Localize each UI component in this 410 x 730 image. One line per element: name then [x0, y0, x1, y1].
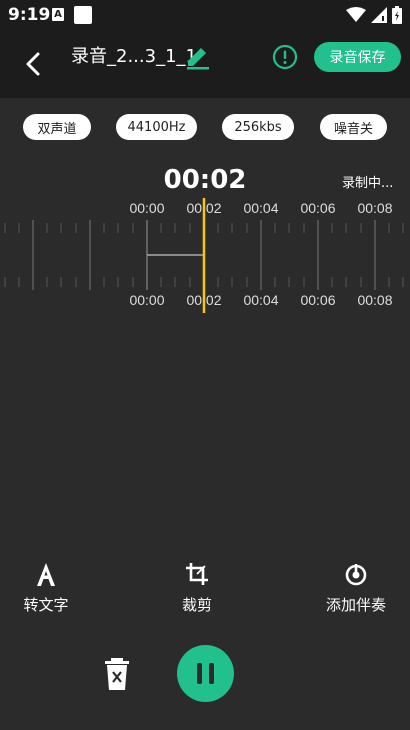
sample-rate-chip[interactable]: 44100Hz [116, 114, 197, 140]
elapsed-time: 00:02 [163, 165, 247, 195]
top-tick-label: 00:04 [243, 200, 278, 216]
text-a-icon [37, 563, 55, 586]
bottom-tick-label: 00:04 [243, 292, 278, 308]
status-time: 9:19 [8, 5, 51, 25]
channel-chip[interactable]: 双声道 [23, 114, 91, 140]
notification-square-icon [74, 6, 92, 24]
waveform-timeline[interactable]: 00:00 00:02 00:04 00:06 00:08 [0, 195, 410, 315]
title-bar: 录音_2...3_1_1 录音保存 [0, 30, 410, 98]
bottom-tick-label: 00:08 [357, 292, 392, 308]
crop-tool[interactable]: 裁剪 [157, 560, 237, 615]
bottom-tick-label: 00:00 [129, 292, 164, 308]
status-bar: 9:19 A [0, 0, 410, 30]
save-recording-button[interactable]: 录音保存 [314, 42, 401, 72]
settings-chips: 双声道 44100Hz 256kbs 噪音关 [0, 114, 410, 140]
transcribe-label: 转文字 [23, 596, 69, 614]
battery-icon [392, 6, 402, 24]
crop-label: 裁剪 [181, 596, 212, 614]
noise-chip[interactable]: 噪音关 [320, 114, 387, 140]
pause-icon [197, 663, 214, 684]
pause-button[interactable] [177, 645, 234, 702]
wifi-icon [346, 7, 366, 22]
delete-trash-icon[interactable] [102, 656, 132, 692]
crop-icon [186, 563, 208, 585]
recording-status: 录制中... [342, 176, 394, 191]
accompaniment-tool[interactable]: 添加伴奏 [316, 560, 396, 615]
notification-a-icon: A [52, 8, 64, 21]
accompaniment-label: 添加伴奏 [325, 596, 386, 614]
bottom-tick-label: 00:06 [300, 292, 335, 308]
tool-row: 转文字 裁剪 添加伴奏 [0, 560, 410, 620]
top-tick-label: 00:06 [300, 200, 335, 216]
top-tick-label: 00:08 [357, 200, 392, 216]
top-tick-label: 00:00 [129, 200, 164, 216]
edit-pencil-icon[interactable] [184, 42, 212, 70]
accompaniment-icon [345, 564, 367, 586]
transcribe-tool[interactable]: 转文字 [6, 560, 86, 615]
recording-title: 录音_2...3_1_1 [71, 46, 197, 67]
back-arrow-icon[interactable] [20, 44, 48, 84]
bitrate-chip[interactable]: 256kbs [222, 114, 294, 140]
info-exclamation-icon[interactable] [272, 44, 298, 70]
signal-icon [371, 7, 387, 23]
status-icons [346, 5, 402, 25]
